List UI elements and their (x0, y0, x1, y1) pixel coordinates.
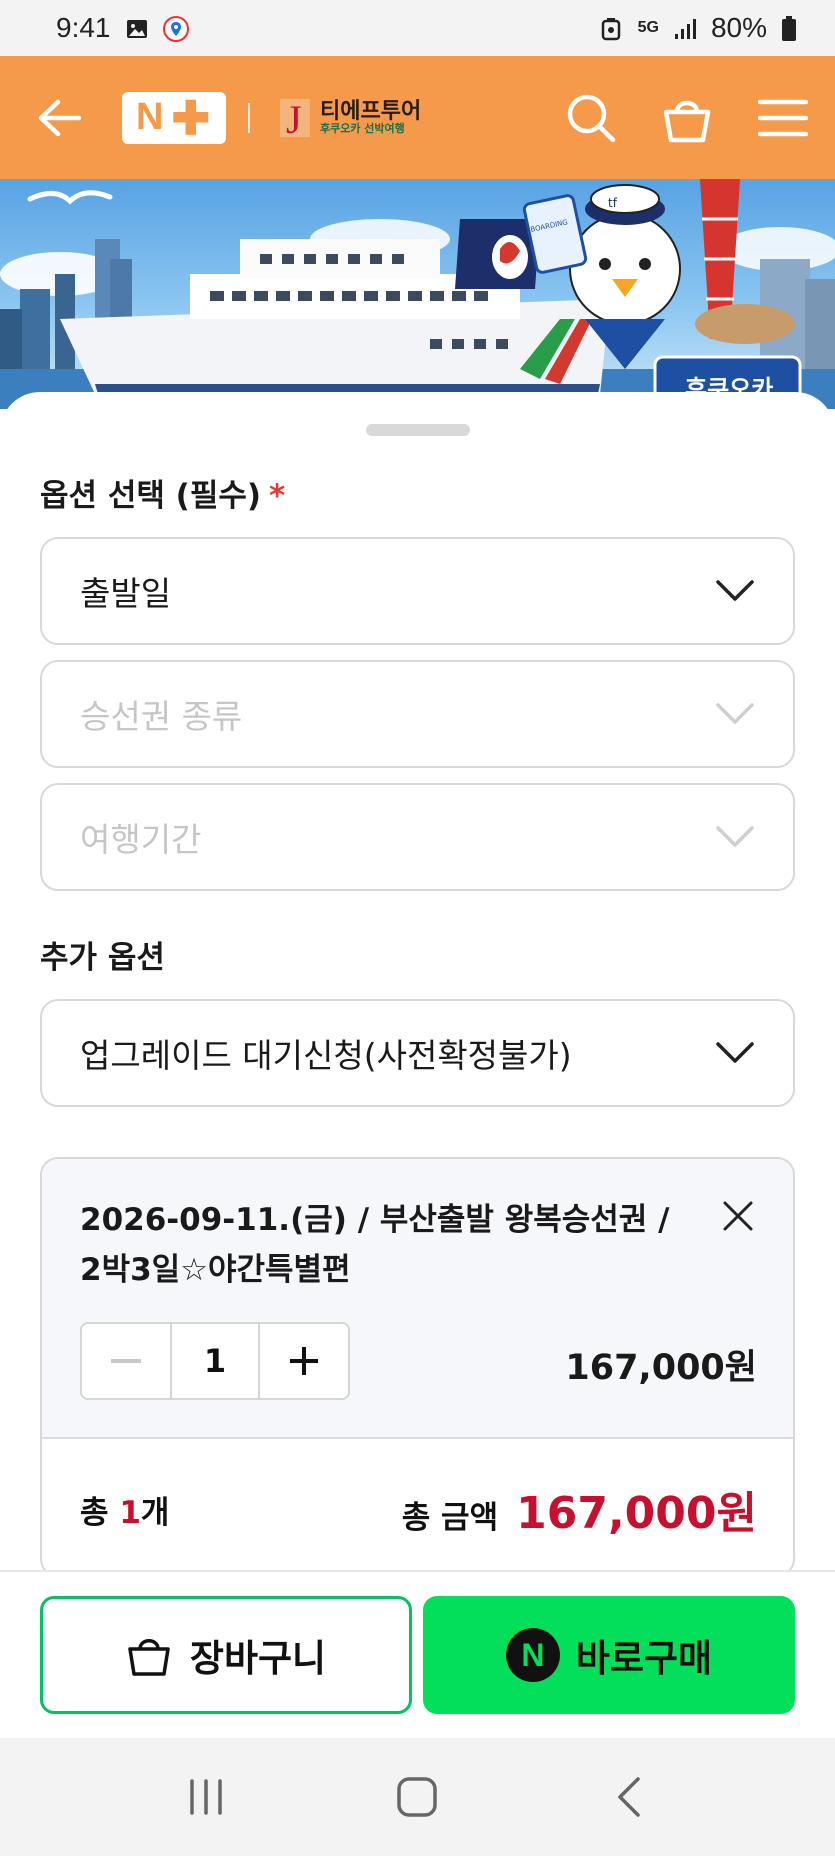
upgrade-waitlist-label: 업그레이드 대기신청(사전확정불가) (80, 1036, 572, 1075)
system-nav-bar (0, 1738, 835, 1856)
product-banner: tf BOARDING 후쿠오카 (0, 179, 835, 409)
brand-logo[interactable]: J 티에프투어 후쿠오카 선박여행 (278, 95, 422, 142)
naver-pay-icon: N (505, 1628, 560, 1682)
add-to-cart-label: 장바구니 (189, 1637, 327, 1680)
increase-quantity-button[interactable] (260, 1324, 348, 1398)
total-amount-label: 총 금액 (401, 1500, 499, 1536)
minus-icon (111, 1359, 141, 1363)
home-button[interactable] (387, 1767, 447, 1827)
selected-option-details: 2026-09-11.(금) / 부산출발 왕복승선권 / 2박3일☆야간특별편… (42, 1159, 793, 1439)
battery-percent: 80% (710, 12, 767, 43)
required-options-title: 옵션 선택 (필수) * (40, 470, 285, 515)
extra-options-title: 추가 옵션 (40, 940, 165, 976)
purchase-action-bar: 장바구니 N 바로구매 (0, 1570, 835, 1738)
total-amount-value: 167,000원 (516, 1477, 757, 1541)
departure-date-label: 출발일 (80, 574, 172, 613)
cart-header-button[interactable] (659, 90, 715, 146)
decrease-quantity-button[interactable] (82, 1324, 170, 1398)
total-count-prefix: 총 (80, 1494, 120, 1531)
recent-apps-icon (190, 1779, 222, 1815)
signal-icon (673, 16, 697, 40)
search-button[interactable] (563, 90, 619, 146)
required-options-label: 옵션 선택 (필수) (40, 478, 262, 514)
required-asterisk: * (269, 478, 286, 514)
selected-option-card: 2026-09-11.(금) / 부산출발 왕복승선권 / 2박3일☆야간특별편… (40, 1157, 795, 1577)
total-count-suffix: 개 (140, 1494, 170, 1531)
back-arrow-icon (38, 99, 82, 136)
battery-icon (781, 16, 805, 41)
quantity-stepper: 1 (80, 1322, 350, 1400)
nplus-logo-letter: N (136, 96, 166, 138)
status-bar: 9:41 5G 80% (0, 0, 835, 56)
item-price: 167,000원 (565, 1348, 757, 1388)
buy-now-button[interactable]: N 바로구매 (423, 1596, 795, 1714)
brand-mark-icon: J (278, 95, 314, 142)
gallery-icon (125, 16, 149, 40)
remove-option-button[interactable] (721, 1199, 755, 1233)
svg-text:tf: tf (608, 196, 618, 210)
total-amount-unit: 원 (716, 1488, 757, 1539)
selected-option-title: 2026-09-11.(금) / 부산출발 왕복승선권 / 2박3일☆야간특별편 (80, 1202, 670, 1288)
total-amount-number: 167,000 (516, 1488, 717, 1539)
chevron-down-icon (716, 703, 754, 724)
logo-divider (248, 102, 250, 133)
quantity-value[interactable]: 1 (170, 1324, 260, 1398)
trip-period-label: 여행기간 (80, 820, 202, 859)
recent-apps-button[interactable] (176, 1767, 236, 1827)
brand-name: 티에프투어 (320, 99, 422, 125)
brand-subtitle: 후쿠오카 선박여행 (320, 122, 405, 136)
plus-icon: ✚ (171, 91, 212, 144)
trip-period-select: 여행기간 (40, 783, 795, 891)
svg-text:J: J (286, 97, 302, 141)
ferry-illustration: tf BOARDING 후쿠오카 (0, 179, 835, 409)
ticket-type-label: 승선권 종류 (80, 697, 243, 736)
system-back-button[interactable] (599, 1767, 659, 1827)
total-count-number: 1 (119, 1494, 141, 1531)
add-to-cart-button[interactable]: 장바구니 (40, 1596, 412, 1714)
sheet-grabber[interactable] (366, 424, 470, 436)
shopping-bag-icon (663, 100, 711, 142)
shopping-bag-icon (128, 1639, 170, 1676)
app-header: N ✚ J 티에프투어 후쿠오카 선박여행 (0, 56, 835, 179)
recycle-icon (600, 16, 624, 41)
chevron-down-icon (716, 826, 754, 847)
back-chevron-icon (618, 1777, 640, 1817)
home-icon (397, 1777, 438, 1817)
page: 9:41 5G 80% N ✚ J 티에프투어 후쿠오카 선박여행 tf BOA… (0, 0, 835, 1856)
plus-icon (290, 1347, 318, 1375)
menu-button[interactable] (755, 90, 811, 146)
back-button[interactable] (36, 95, 82, 141)
total-amount: 총 금액 167,000원 (402, 1477, 757, 1541)
chevron-down-icon (716, 1042, 754, 1063)
ticket-type-select: 승선권 종류 (40, 660, 795, 768)
network-badge: 5G (637, 19, 659, 36)
total-summary: 총 1개 총 금액 167,000원 (42, 1439, 793, 1575)
hamburger-menu-icon (758, 99, 808, 136)
maps-icon (162, 16, 189, 42)
status-time: 9:41 (56, 12, 111, 43)
total-count: 총 1개 (80, 1487, 169, 1532)
upgrade-waitlist-select[interactable]: 업그레이드 대기신청(사전확정불가) (40, 999, 795, 1107)
search-icon (567, 94, 616, 142)
close-icon (723, 1201, 753, 1231)
option-sheet: 옵션 선택 (필수) * 출발일 승선권 종류 여행기간 추가 옵션 업그레이드 … (0, 392, 835, 1577)
chevron-down-icon (716, 580, 754, 601)
buy-now-label: 바로구매 (575, 1637, 713, 1680)
nplus-logo[interactable]: N ✚ (122, 91, 226, 144)
departure-date-select[interactable]: 출발일 (40, 537, 795, 645)
